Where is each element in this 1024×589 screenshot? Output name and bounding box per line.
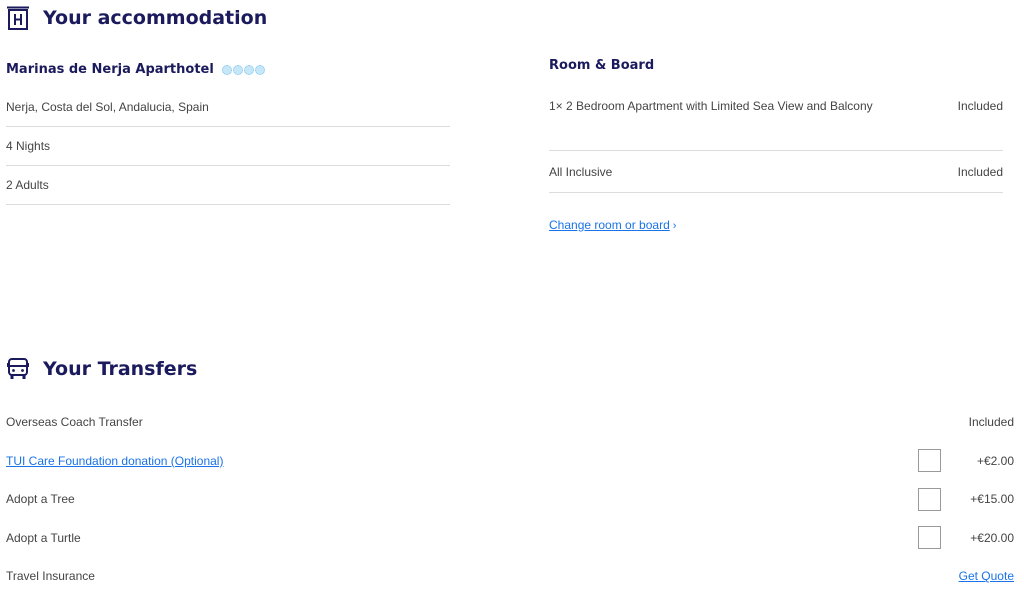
accommodation-title: Your accommodation bbox=[43, 7, 268, 29]
list-item: Adopt a Turtle +€20.00 bbox=[6, 519, 1014, 558]
adopt-turtle-checkbox[interactable] bbox=[918, 526, 941, 550]
donation-price: +€2.00 bbox=[976, 453, 1014, 468]
location-text: Nerja, Costa del Sol, Andalucia, Spain bbox=[6, 88, 450, 127]
transfers-title: Your Transfers bbox=[43, 358, 198, 380]
guests-text: 2 Adults bbox=[6, 166, 450, 205]
chevron-right-icon: › bbox=[672, 220, 677, 232]
donation-checkbox[interactable] bbox=[918, 449, 941, 473]
board-value: Included bbox=[957, 164, 1003, 179]
room-board-title: Room & Board bbox=[549, 58, 655, 73]
room-value: Included bbox=[957, 99, 1003, 113]
list-item: TUI Care Foundation donation (Optional) … bbox=[6, 442, 1014, 481]
room-row: 1× 2 Bedroom Apartment with Limited Sea … bbox=[549, 88, 1003, 151]
hotel-icon bbox=[7, 6, 29, 30]
adopt-tree-checkbox[interactable] bbox=[918, 487, 941, 511]
get-quote-link[interactable]: Get Quote bbox=[959, 569, 1014, 583]
adopt-tree-price: +€15.00 bbox=[970, 492, 1014, 507]
transfer-value: Included bbox=[968, 415, 1014, 430]
star-icon bbox=[221, 64, 232, 75]
accommodation-details: Nerja, Costa del Sol, Andalucia, Spain 4… bbox=[6, 88, 450, 205]
accommodation-heading: Your accommodation bbox=[7, 6, 267, 30]
transfers-list: Overseas Coach Transfer Included TUI Car… bbox=[6, 403, 1014, 589]
star-rating bbox=[221, 64, 265, 75]
transfers-heading: Your Transfers bbox=[7, 358, 197, 380]
change-room-board-label: Change room or board bbox=[549, 218, 670, 232]
change-room-board-link[interactable]: Change room or board › bbox=[549, 218, 676, 232]
board-label: All Inclusive bbox=[549, 164, 613, 179]
travel-insurance-label: Travel Insurance bbox=[6, 569, 95, 584]
room-board-list: 1× 2 Bedroom Apartment with Limited Sea … bbox=[549, 88, 1003, 193]
list-item: Overseas Coach Transfer Included bbox=[6, 403, 1014, 442]
room-label: 1× 2 Bedroom Apartment with Limited Sea … bbox=[549, 99, 873, 113]
tui-care-donation-link[interactable]: TUI Care Foundation donation (Optional) bbox=[6, 454, 223, 468]
adopt-turtle-price: +€20.00 bbox=[970, 530, 1014, 545]
transfer-label: Overseas Coach Transfer bbox=[6, 415, 143, 430]
star-icon bbox=[232, 64, 243, 75]
nights-text: 4 Nights bbox=[6, 127, 450, 166]
hotel-name: Marinas de Nerja Aparthotel bbox=[6, 62, 214, 77]
adopt-turtle-label: Adopt a Turtle bbox=[6, 530, 81, 545]
bus-icon bbox=[7, 358, 29, 379]
hotel-name-row: Marinas de Nerja Aparthotel bbox=[6, 62, 265, 77]
star-icon bbox=[243, 64, 254, 75]
list-item: Travel Insurance Get Quote bbox=[6, 557, 1014, 589]
adopt-tree-label: Adopt a Tree bbox=[6, 492, 75, 507]
star-icon bbox=[254, 64, 265, 75]
board-row: All Inclusive Included bbox=[549, 151, 1003, 193]
list-item: Adopt a Tree +€15.00 bbox=[6, 480, 1014, 519]
